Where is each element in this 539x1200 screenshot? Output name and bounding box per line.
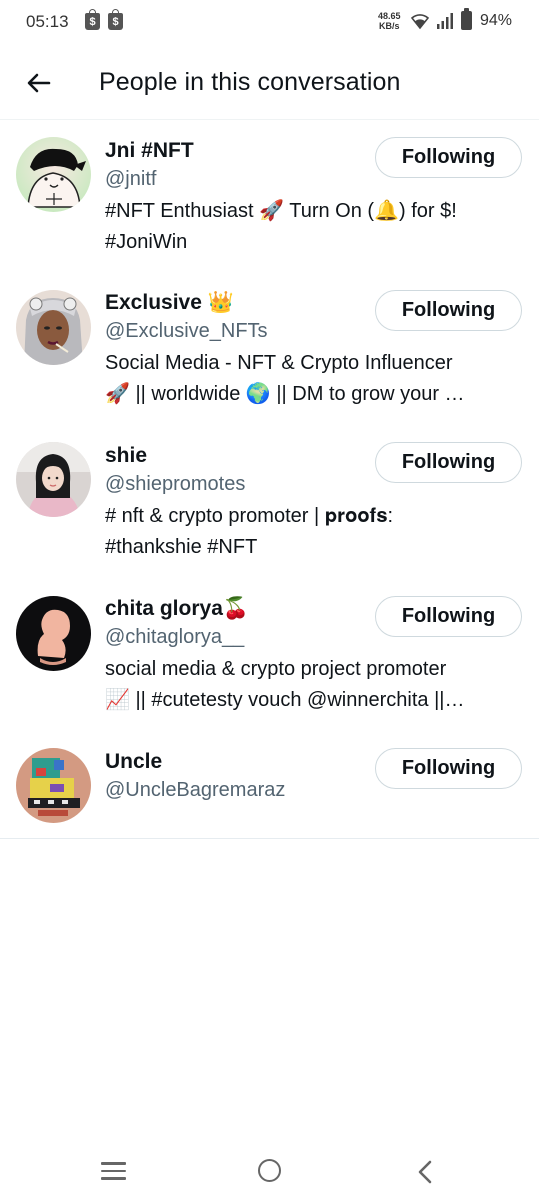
crown-emoji: 👑 [207, 291, 234, 314]
shop-icon: $ [85, 9, 100, 30]
user-row[interactable]: Jni #NFT @jnitf Following #NFT Enthusias… [0, 121, 539, 273]
following-button[interactable]: Following [375, 442, 522, 483]
app-header: People in this conversation [0, 52, 539, 120]
user-handle: @Exclusive_NFTs [105, 320, 268, 342]
bio-line: #NFT Enthusiast 🚀 Turn On (🔔) for $! [105, 200, 457, 222]
user-bio: Social Media - NFT & Crypto Influencer 🚀… [105, 348, 523, 410]
bio-line: 🚀 || worldwide 🌍 || DM to grow your … [105, 383, 465, 405]
user-name: Jni #NFT [105, 139, 194, 162]
bio-line: # nft & crypto promoter | 𝐩𝐫𝐨𝐨𝐟𝐬: [105, 505, 394, 527]
menu-icon[interactable] [101, 1162, 126, 1185]
people-list: Jni #NFT @jnitf Following #NFT Enthusias… [0, 121, 539, 838]
battery-icon [461, 8, 472, 30]
user-bio: #NFT Enthusiast 🚀 Turn On (🔔) for $! #Jo… [105, 196, 523, 258]
bio-line: Social Media - NFT & Crypto Influencer [105, 352, 453, 374]
avatar[interactable] [16, 442, 91, 517]
user-handle: @UncleBagremaraz [105, 779, 286, 801]
user-name: Exclusive 👑 [105, 291, 234, 314]
avatar[interactable] [16, 596, 91, 671]
home-circle-icon[interactable] [258, 1159, 281, 1182]
status-bar: 05:13 $ $ 48.65 KB/s 94% [0, 0, 539, 44]
shop-icon: $ [108, 9, 123, 30]
arrow-left-icon[interactable] [24, 68, 54, 98]
bio-line: social media & crypto project promoter [105, 658, 447, 680]
user-handle: @shiepromotes [105, 473, 246, 495]
user-name: Uncle [105, 750, 163, 773]
following-button[interactable]: Following [375, 748, 522, 789]
avatar[interactable] [16, 137, 91, 212]
page-title: People in this conversation [99, 68, 401, 96]
user-name: chita glorya🍒 [105, 597, 250, 620]
user-row[interactable]: chita glorya🍒 @chitaglorya__ Following s… [0, 579, 539, 732]
system-nav-bar [0, 1140, 539, 1200]
user-bio: # nft & crypto promoter | 𝐩𝐫𝐨𝐨𝐟𝐬: #thank… [105, 501, 523, 563]
signal-icon [437, 13, 453, 29]
network-speed: 48.65 KB/s [378, 11, 401, 31]
status-time: 05:13 [26, 12, 69, 31]
wifi-icon [410, 14, 430, 30]
bio-line: #thankshie #NFT [105, 536, 258, 558]
following-button[interactable]: Following [375, 596, 522, 637]
user-row[interactable]: shie @shiepromotes Following # nft & cry… [0, 426, 539, 579]
battery-percentage: 94% [480, 12, 513, 29]
user-bio: social media & crypto project promoter 📈… [105, 654, 523, 716]
bio-line: #JoniWin [105, 231, 188, 253]
cherry-emoji: 🍒 [222, 597, 250, 620]
user-row[interactable]: Uncle @UncleBagremaraz Following [0, 732, 539, 838]
list-divider [0, 838, 539, 839]
user-handle: @chitaglorya__ [105, 626, 245, 648]
following-button[interactable]: Following [375, 137, 522, 178]
user-name: shie [105, 444, 148, 467]
back-chevron-icon[interactable] [416, 1160, 434, 1184]
user-row[interactable]: Exclusive 👑 @Exclusive_NFTs Following So… [0, 273, 539, 426]
avatar[interactable] [16, 290, 91, 365]
user-handle: @jnitf [105, 168, 157, 190]
bio-line: 📈 || #cutetesty vouch @winnerchita ||… [105, 689, 465, 711]
following-button[interactable]: Following [375, 290, 522, 331]
avatar[interactable] [16, 748, 91, 823]
